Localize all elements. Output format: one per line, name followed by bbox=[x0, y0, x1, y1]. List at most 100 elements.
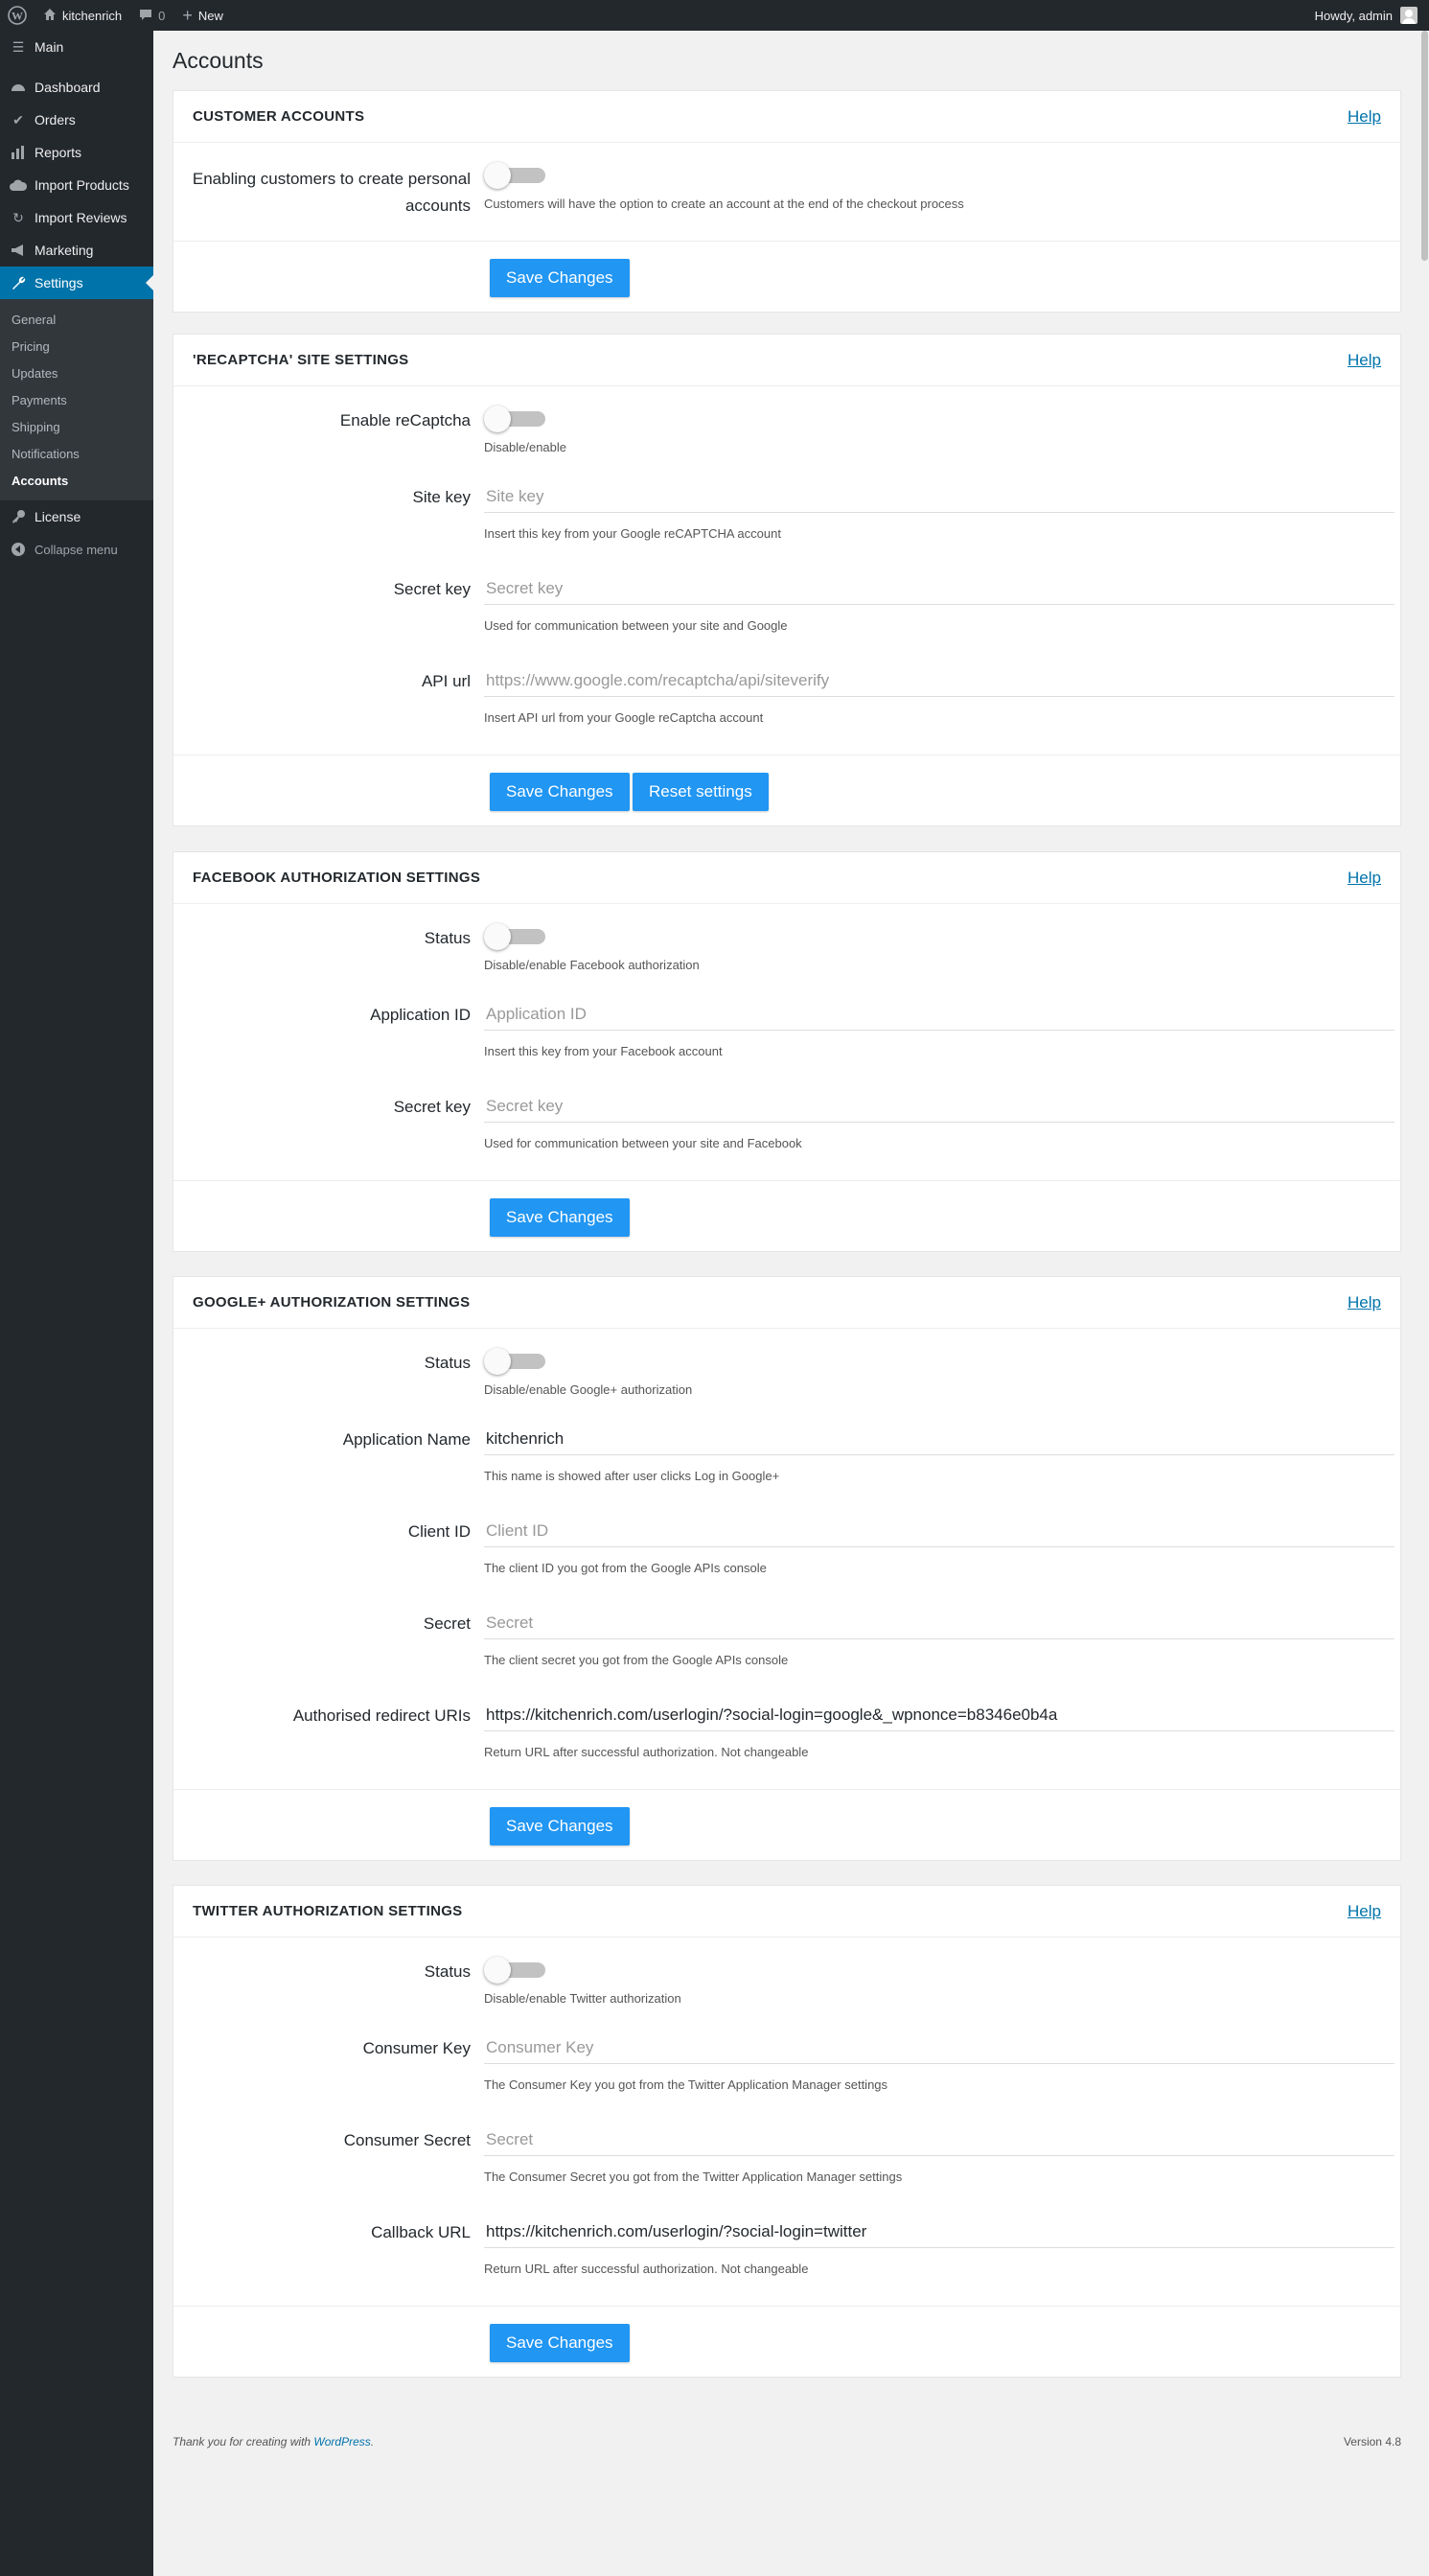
secret-key-input[interactable]: Secret key bbox=[484, 572, 1394, 605]
submenu-item-shipping[interactable]: Shipping bbox=[0, 413, 153, 440]
field-label: Secret key bbox=[393, 580, 471, 598]
card-header: GOOGLE+ AUTHORIZATION SETTINGS Help bbox=[173, 1277, 1400, 1329]
twitter-toggle[interactable] bbox=[484, 1957, 545, 1984]
client-id-row: Client ID Client ID The client ID you go… bbox=[173, 1505, 1400, 1597]
redirect-uris-row: Authorised redirect URIs https://kitchen… bbox=[173, 1689, 1400, 1789]
submenu-item-pricing[interactable]: Pricing bbox=[0, 333, 153, 360]
api-url-input[interactable]: https://www.google.com/recaptcha/api/sit… bbox=[484, 664, 1394, 697]
application-id-input[interactable]: Application ID bbox=[484, 998, 1394, 1031]
comments-link[interactable]: 0 bbox=[130, 0, 173, 31]
help-link[interactable]: Help bbox=[1348, 107, 1381, 127]
sidebar-item-reports[interactable]: Reports bbox=[0, 136, 153, 169]
google-toggle[interactable] bbox=[484, 1348, 545, 1375]
save-button[interactable]: Save Changes bbox=[490, 259, 630, 297]
card-header: 'RECAPTCHA' SITE SETTINGS Help bbox=[173, 335, 1400, 386]
sidebar-item-label: Orders bbox=[35, 112, 76, 128]
collapse-icon bbox=[10, 541, 27, 558]
card-header: CUSTOMER ACCOUNTS Help bbox=[173, 91, 1400, 143]
api-url-row: API url https://www.google.com/recaptcha… bbox=[173, 655, 1400, 754]
field-label: Consumer Secret bbox=[343, 2131, 471, 2149]
sidebar-item-marketing[interactable]: Marketing bbox=[0, 234, 153, 267]
client-id-input[interactable]: Client ID bbox=[484, 1515, 1394, 1547]
submenu-item-payments[interactable]: Payments bbox=[0, 386, 153, 413]
wordpress-logo-icon[interactable]: W bbox=[0, 0, 35, 31]
plus-icon: + bbox=[182, 5, 193, 25]
consumer-secret-input[interactable]: Secret bbox=[484, 2123, 1394, 2156]
recaptcha-enable-row: Enable reCaptcha Disable/enable bbox=[173, 386, 1400, 471]
sidebar-item-import-products[interactable]: Import Products bbox=[0, 169, 153, 201]
recaptcha-toggle[interactable] bbox=[484, 406, 545, 432]
twitter-card: TWITTER AUTHORIZATION SETTINGS Help Stat… bbox=[173, 1885, 1401, 2378]
sidebar-item-orders[interactable]: ✔ Orders bbox=[0, 104, 153, 136]
field-description: Return URL after successful authorizatio… bbox=[484, 1745, 809, 1759]
help-link[interactable]: Help bbox=[1348, 1902, 1381, 1921]
field-description: Disable/enable Facebook authorization bbox=[484, 958, 700, 972]
field-label: Secret bbox=[423, 1614, 471, 1633]
site-name-link[interactable]: kitchenrich bbox=[35, 0, 130, 31]
dashboard-icon bbox=[10, 79, 27, 96]
sidebar-item-import-reviews[interactable]: ↻ Import Reviews bbox=[0, 201, 153, 234]
help-link[interactable]: Help bbox=[1348, 869, 1381, 888]
site-key-input[interactable]: Site key bbox=[484, 480, 1394, 513]
field-label: Status bbox=[424, 1354, 471, 1372]
scrollbar-thumb[interactable] bbox=[1421, 31, 1428, 261]
sidebar-item-settings[interactable]: Settings bbox=[0, 267, 153, 299]
submenu-item-notifications[interactable]: Notifications bbox=[0, 440, 153, 467]
application-name-input[interactable]: kitchenrich bbox=[484, 1423, 1394, 1455]
admin-bar: W kitchenrich 0 + New Howdy, admin bbox=[0, 0, 1429, 31]
twitter-status-row: Status Disable/enable Twitter authorizat… bbox=[173, 1938, 1400, 2022]
collapse-menu-button[interactable]: Collapse menu bbox=[0, 533, 153, 566]
avatar bbox=[1400, 7, 1417, 24]
new-content-link[interactable]: + New bbox=[173, 0, 232, 31]
sidebar-item-main[interactable]: ☰ Main bbox=[0, 31, 153, 63]
save-button[interactable]: Save Changes bbox=[490, 1807, 630, 1845]
submenu-item-accounts[interactable]: Accounts bbox=[0, 467, 153, 494]
facebook-secret-input[interactable]: Secret key bbox=[484, 1090, 1394, 1123]
save-button[interactable]: Save Changes bbox=[490, 773, 630, 811]
save-button[interactable]: Save Changes bbox=[490, 2324, 630, 2362]
save-button[interactable]: Save Changes bbox=[490, 1198, 630, 1237]
submenu-item-updates[interactable]: Updates bbox=[0, 360, 153, 386]
submenu-item-general[interactable]: General bbox=[0, 306, 153, 333]
customer-accounts-card: CUSTOMER ACCOUNTS Help Enabling customer… bbox=[173, 90, 1401, 313]
wordpress-link[interactable]: WordPress bbox=[313, 2435, 370, 2448]
field-description: This name is showed after user clicks Lo… bbox=[484, 1469, 780, 1483]
field-label: Consumer Key bbox=[362, 2039, 471, 2057]
card-title: CUSTOMER ACCOUNTS bbox=[193, 108, 365, 125]
recaptcha-secret-row: Secret key Secret key Used for communica… bbox=[173, 563, 1400, 655]
help-link[interactable]: Help bbox=[1348, 1293, 1381, 1312]
sidebar-item-label: Reports bbox=[35, 145, 82, 160]
sidebar-item-label: Import Products bbox=[35, 177, 129, 193]
help-link[interactable]: Help bbox=[1348, 351, 1381, 370]
home-icon bbox=[43, 8, 57, 24]
card-footer: Save Changes Reset settings bbox=[173, 754, 1400, 825]
field-label: Client ID bbox=[407, 1522, 471, 1541]
sidebar-item-label: Settings bbox=[35, 275, 83, 290]
field-description: The client secret you got from the Googl… bbox=[484, 1653, 789, 1667]
google-secret-input[interactable]: Secret bbox=[484, 1607, 1394, 1639]
my-account[interactable]: Howdy, admin bbox=[1315, 0, 1417, 31]
reset-settings-button[interactable]: Reset settings bbox=[633, 773, 769, 811]
facebook-toggle[interactable] bbox=[484, 923, 545, 950]
callback-url-input[interactable]: https://kitchenrich.com/userlogin/?socia… bbox=[484, 2216, 1394, 2248]
footer-thanks-prefix: Thank you for creating with bbox=[173, 2435, 314, 2448]
site-key-row: Site key Site key Insert this key from y… bbox=[173, 471, 1400, 563]
consumer-key-input[interactable]: Consumer Key bbox=[484, 2031, 1394, 2064]
svg-text:W: W bbox=[12, 10, 23, 23]
field-label: Status bbox=[424, 1962, 471, 1981]
sidebar-item-dashboard[interactable]: Dashboard bbox=[0, 71, 153, 104]
field-description: Used for communication between your site… bbox=[484, 1136, 802, 1150]
wrench-icon bbox=[10, 274, 27, 291]
page-scrollbar[interactable] bbox=[1420, 31, 1429, 2576]
customer-accounts-toggle[interactable] bbox=[484, 162, 545, 189]
field-description: Insert this key from your Google reCAPTC… bbox=[484, 526, 781, 541]
sidebar-item-license[interactable]: License bbox=[0, 500, 153, 533]
field-description: Disable/enable Twitter authorization bbox=[484, 1991, 681, 2006]
field-label: Application ID bbox=[370, 1006, 471, 1024]
field-label: Authorised redirect URIs bbox=[292, 1706, 471, 1725]
redirect-uri-input[interactable]: https://kitchenrich.com/userlogin/?socia… bbox=[484, 1699, 1394, 1731]
comment-icon bbox=[139, 8, 152, 24]
field-label: Secret key bbox=[393, 1098, 471, 1116]
consumer-secret-row: Consumer Secret Secret The Consumer Secr… bbox=[173, 2114, 1400, 2206]
google-card: GOOGLE+ AUTHORIZATION SETTINGS Help Stat… bbox=[173, 1276, 1401, 1861]
